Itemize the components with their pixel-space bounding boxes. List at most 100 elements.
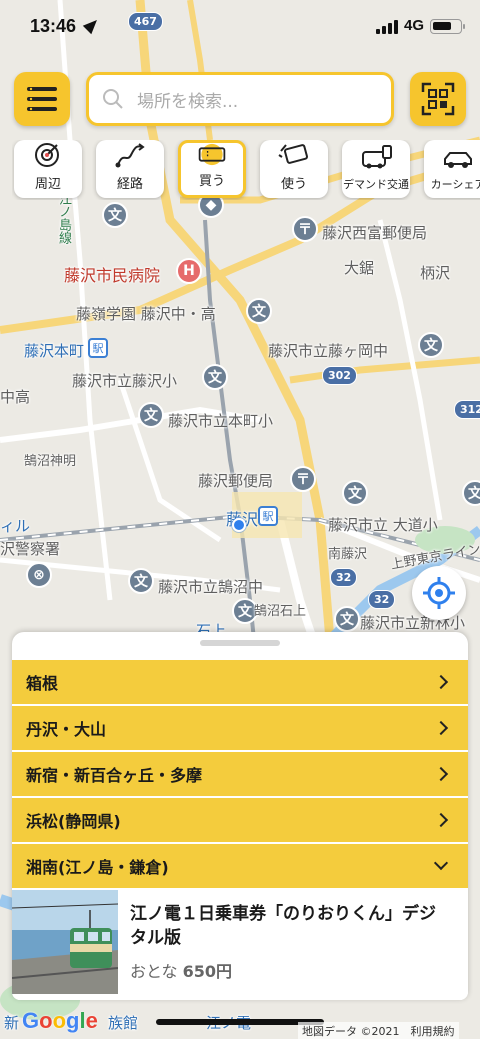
map-label-hospital[interactable]: 藤沢市民病院 (64, 262, 160, 286)
category-label: カーシェア (430, 178, 480, 191)
map-label-post-office-west[interactable]: 藤沢西富郵便局 (322, 222, 427, 243)
category-label: デマンド交通 (343, 178, 409, 191)
status-time: 13:46 (30, 16, 77, 36)
map-label-police[interactable]: 沢警察署 (0, 538, 60, 559)
map-label-oomichi[interactable]: 藤沢市立 大道小 (328, 514, 438, 535)
map-label-naka: 中高 (0, 388, 31, 406)
map-label-minami-fujisawa: 南藤沢 (328, 547, 368, 562)
category-use[interactable]: 使う (260, 140, 328, 198)
ticket-title: 江ノ電１日乗車券「のりおりくん」デジタル版 (130, 904, 436, 948)
map-label-kugenuma-school[interactable]: 藤沢市立鵠沼中 (158, 576, 263, 597)
station-icon[interactable]: 駅 (88, 338, 108, 358)
map-label-fujigaoka[interactable]: 藤沢市立藤ヶ岡中 (268, 340, 388, 361)
chevron-right-icon (433, 812, 449, 828)
map-label-kugenuma-ishigami: 鵠沼石上 (254, 604, 307, 619)
area-row-shinjuku[interactable]: 新宿・新百合ヶ丘・多摩 (12, 752, 468, 796)
battery-icon (430, 19, 465, 34)
crosshair-icon (423, 577, 455, 609)
google-logo: Google (22, 1008, 98, 1033)
map-label-omata: 大鋸 (344, 259, 375, 277)
map-label-honmachi-elem[interactable]: 藤沢市立本町小 (168, 410, 273, 431)
area-label: 箱根 (26, 674, 59, 693)
route-32-badge: 32 (330, 568, 358, 587)
qr-scan-button[interactable] (410, 72, 466, 126)
school-icon[interactable]: 文 (342, 480, 368, 506)
school-icon[interactable]: 文 (138, 402, 164, 428)
map-label-fujirei[interactable]: 藤嶺学園 藤沢中・高 (76, 303, 216, 324)
map-label-post-office[interactable]: 藤沢郵便局 (198, 470, 273, 491)
map-label-shin: 新 (4, 1014, 20, 1032)
ticket-icon (198, 143, 226, 166)
category-bar: 周辺 経路 買う 使う デマンド交通 カーシェア (12, 140, 480, 200)
post-office-icon[interactable]: 〒 (290, 466, 316, 492)
map-label-aquarium: 族館 (108, 1014, 139, 1032)
category-demand[interactable]: デマンド交通 (342, 140, 410, 198)
route-icon (115, 143, 145, 168)
qr-code-icon (421, 82, 455, 116)
category-car-share[interactable]: カーシェア (424, 140, 480, 198)
area-row-hakone[interactable]: 箱根 (12, 660, 468, 704)
menu-icon (27, 87, 57, 111)
category-label: 周辺 (34, 177, 61, 192)
nearby-icon (35, 143, 59, 167)
category-label: 買う (198, 174, 225, 189)
current-location-dot (232, 518, 246, 532)
ticket-info: 江ノ電１日乗車券「のりおりくん」デジタル版 おとな 650円 (118, 888, 448, 1000)
area-row-shonan[interactable]: 湘南(江ノ島・鎌倉) (12, 844, 468, 888)
network-type: 4G (404, 17, 425, 34)
school-icon[interactable]: 文 (418, 332, 444, 358)
school-icon[interactable]: 文 (102, 202, 128, 228)
search-icon (103, 89, 123, 109)
category-route[interactable]: 経路 (96, 140, 164, 198)
ticket-item[interactable]: 江ノ電１日乗車券「のりおりくん」デジタル版 おとな 650円 (12, 888, 468, 1000)
area-label: 新宿・新百合ヶ丘・多摩 (26, 766, 203, 785)
post-office-icon[interactable]: 〒 (292, 216, 318, 242)
area-label: 浜松(静岡県) (26, 812, 121, 831)
school-icon[interactable]: 文 (128, 568, 154, 594)
ticket-price: 650円 (182, 962, 233, 981)
ticket-price-label: おとな (130, 962, 178, 981)
status-bar: 13:46 4G (0, 0, 480, 58)
menu-button[interactable] (14, 72, 70, 126)
map-attribution[interactable]: 地図データ ©2021 利用規約 (298, 1022, 459, 1039)
category-label: 使う (280, 177, 307, 192)
demand-transport-icon (362, 145, 392, 169)
police-icon[interactable]: ⊗ (26, 562, 52, 588)
route-302-badge: 302 (322, 366, 357, 385)
map-label-fujisawa-honmachi[interactable]: 藤沢本町 (24, 340, 84, 361)
map-label-kashiwao: 柄沢 (420, 264, 451, 282)
signal-icon (376, 20, 398, 34)
area-row-tanzawa[interactable]: 丹沢・大山 (12, 706, 468, 750)
use-ticket-icon (278, 144, 309, 164)
search-field[interactable]: 場所を検索... (86, 72, 394, 126)
area-label: 湘南(江ノ島・鎌倉) (26, 858, 169, 877)
chevron-right-icon (433, 766, 449, 782)
my-location-button[interactable] (412, 566, 466, 620)
station-icon[interactable]: 駅 (258, 506, 278, 526)
map-label-kugenuma-shinmei: 鵠沼神明 (24, 454, 77, 469)
chevron-right-icon (433, 720, 449, 736)
map-label-kojima: ィル (0, 517, 31, 535)
bottom-sheet: 箱根 丹沢・大山 新宿・新百合ヶ丘・多摩 浜松(静岡県) 湘南(江ノ島・鎌倉) (12, 632, 468, 1000)
category-buy[interactable]: 買う (178, 140, 246, 198)
school-icon[interactable]: 文 (334, 606, 360, 632)
route-32-badge: 32 (368, 590, 396, 609)
enoden-train-image (12, 890, 118, 994)
car-share-icon (444, 152, 472, 168)
search-placeholder: 場所を検索... (137, 91, 239, 112)
route-312-badge: 312 (454, 400, 480, 419)
category-nearby[interactable]: 周辺 (14, 140, 82, 198)
school-icon[interactable]: 文 (202, 364, 228, 390)
chevron-down-icon (433, 855, 449, 871)
area-row-hamamatsu[interactable]: 浜松(静岡県) (12, 798, 468, 842)
area-label: 丹沢・大山 (26, 720, 107, 739)
map-label-fujisawa-elem[interactable]: 藤沢市立藤沢小 (72, 370, 177, 391)
chevron-right-icon (433, 674, 449, 690)
category-label: 経路 (116, 177, 143, 192)
ticket-thumbnail (12, 890, 118, 994)
location-arrow-icon (82, 15, 102, 35)
sheet-drag-handle[interactable] (200, 640, 280, 646)
school-icon[interactable]: 文 (246, 298, 272, 324)
hospital-icon[interactable]: H (176, 258, 202, 284)
ticket-price-row: おとな 650円 (130, 958, 448, 982)
